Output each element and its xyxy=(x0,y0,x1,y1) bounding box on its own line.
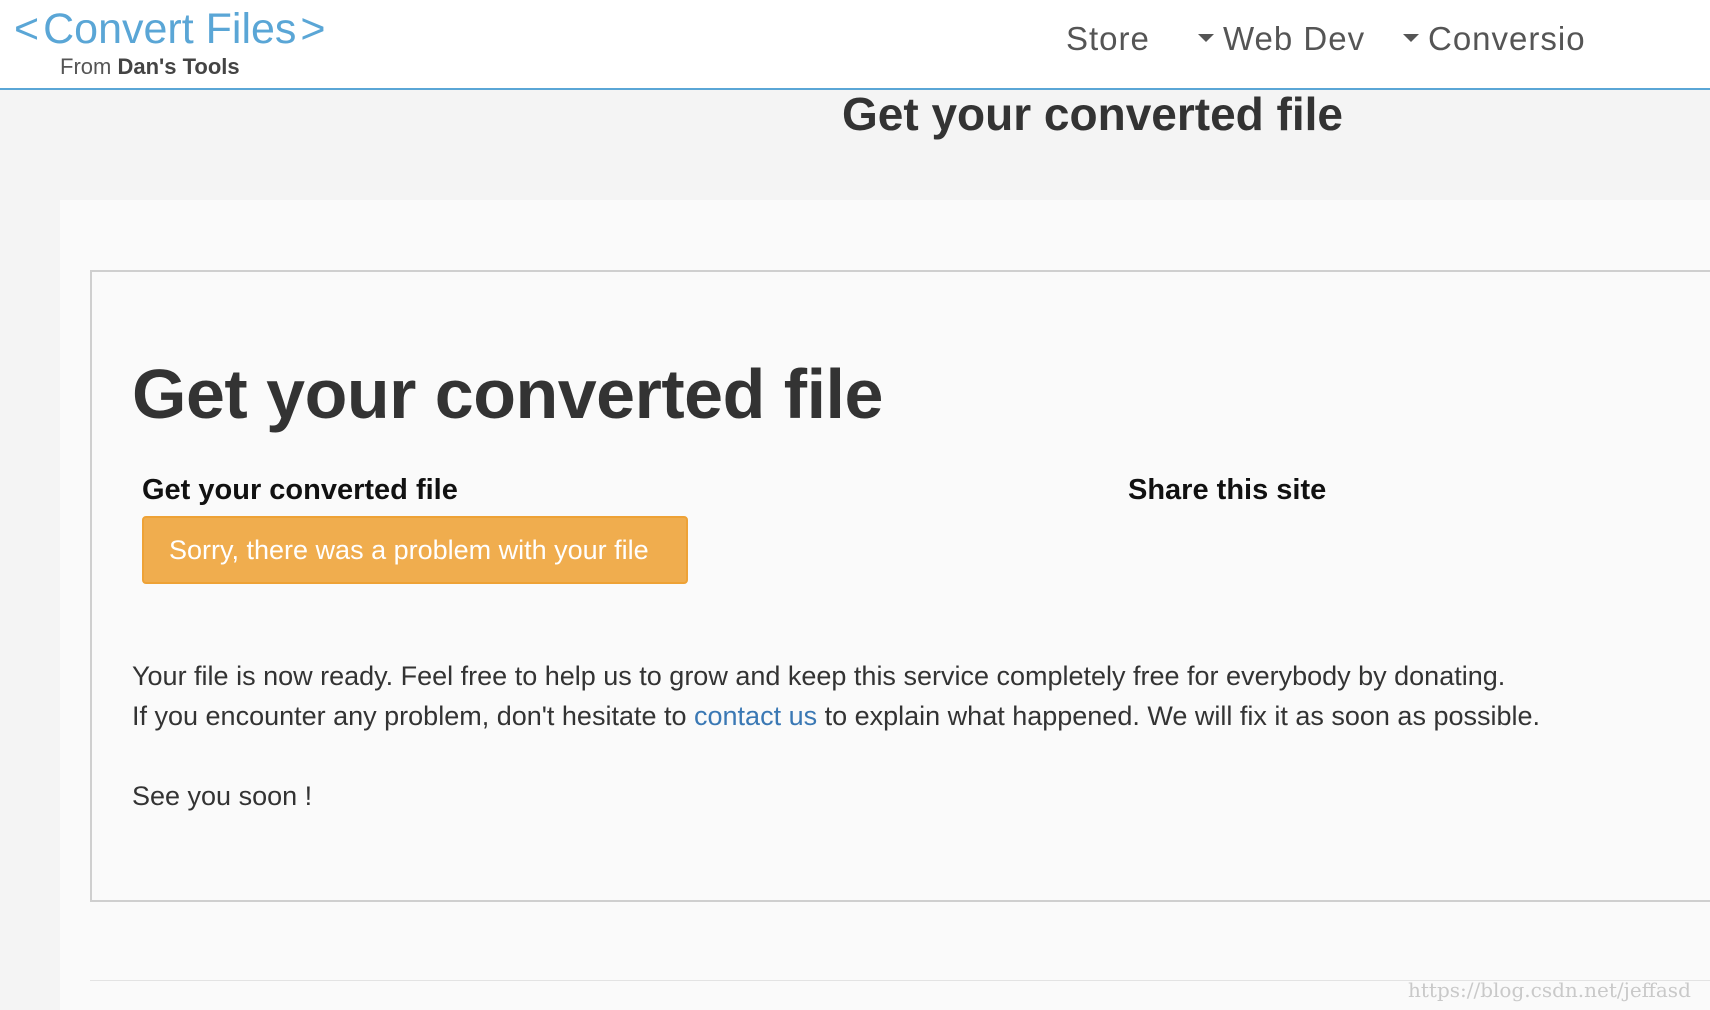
nav-store-label: Store xyxy=(1066,20,1150,57)
ready-message: Your file is now ready. Feel free to hel… xyxy=(132,656,1540,736)
nav-item-conversion[interactable]: Conversio xyxy=(1403,14,1586,64)
content-card: Get your converted file Get your convert… xyxy=(60,200,1710,1010)
message-line-2: If you encounter any problem, don't hesi… xyxy=(132,696,1540,736)
watermark-text: https://blog.csdn.net/jeffasd xyxy=(1408,978,1691,1002)
main-nav: Store Web Dev Conversio xyxy=(0,14,1710,64)
page-title: Get your converted file xyxy=(842,88,1344,140)
contact-us-link[interactable]: contact us xyxy=(694,701,817,731)
caret-down-icon xyxy=(1403,34,1419,43)
nav-item-store[interactable]: Store xyxy=(1066,14,1150,64)
download-column: Get your converted file Sorry, there was… xyxy=(142,472,688,584)
download-heading: Get your converted file xyxy=(142,474,458,506)
signoff-text: See you soon ! xyxy=(132,781,313,811)
message-line-2-start: If you encounter any problem, don't hesi… xyxy=(132,701,695,731)
share-column: Share this site xyxy=(1128,472,1326,508)
result-panel: Get your converted file Get your convert… xyxy=(90,270,1710,902)
nav-item-web-dev[interactable]: Web Dev xyxy=(1198,14,1365,64)
page: <Convert Files> From Dan's Tools Store W… xyxy=(0,0,1710,1010)
share-heading: Share this site xyxy=(1128,474,1327,506)
message-line-2-end: to explain what happened. We will fix it… xyxy=(817,701,1541,731)
panel-title: Get your converted file xyxy=(132,355,883,433)
site-header: <Convert Files> From Dan's Tools Store W… xyxy=(0,0,1710,90)
file-error-button[interactable]: Sorry, there was a problem with your fil… xyxy=(142,516,688,584)
nav-conversion-label: Conversio xyxy=(1428,20,1586,57)
message-line-1: Your file is now ready. Feel free to hel… xyxy=(132,661,1506,691)
nav-web-dev-label: Web Dev xyxy=(1223,20,1366,57)
caret-down-icon xyxy=(1198,34,1214,43)
